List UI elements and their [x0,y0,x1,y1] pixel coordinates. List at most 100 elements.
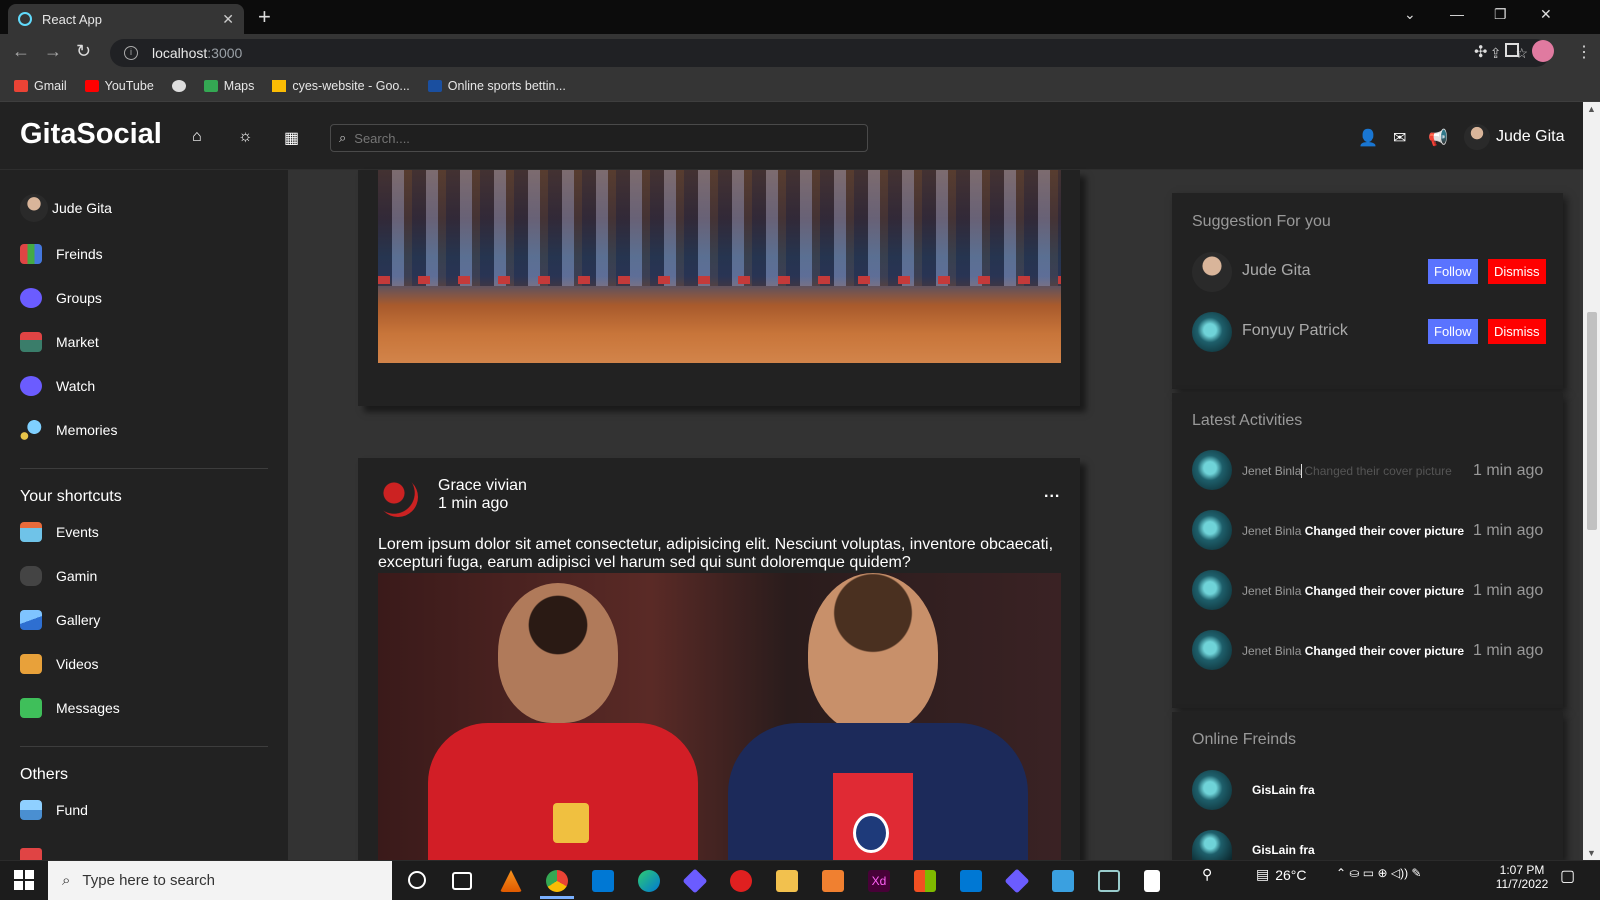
bookmark-sports[interactable]: Online sports bettin... [427,79,566,93]
kebab-menu-icon[interactable]: ⋮ [1576,42,1592,62]
online-friend-name[interactable]: GisLain fra [1252,783,1315,797]
reload-icon[interactable]: ↻ [76,41,91,62]
sidebar-item-groups[interactable]: Groups [20,288,102,308]
gmail-icon [14,79,28,92]
powershell-icon[interactable] [1052,870,1074,892]
bookmark-cyes[interactable]: cyes-website - Goo... [272,79,410,93]
taskbar-search[interactable]: ⌕ Type here to search [48,861,392,900]
bookmark-gmail[interactable]: Gmail [14,79,67,93]
drive-icon [272,79,287,92]
sidebar-user-name: Jude Gita [52,200,112,216]
share-icon[interactable]: ⇪ [1490,45,1502,62]
bookmark-youtube[interactable]: YouTube [84,79,154,93]
theme-toggle-icon[interactable]: ☼ [238,128,253,146]
browser-tab[interactable]: React App ✕ [8,4,244,34]
virtualbox-icon[interactable] [1098,870,1120,892]
scroll-up-icon[interactable]: ▲ [1587,104,1596,114]
close-window-button[interactable]: ✕ [1540,6,1552,23]
suggestion-name[interactable]: Fonyuy Patrick [1242,322,1348,340]
sidebar-user[interactable]: Jude Gita [20,194,112,222]
memories-icon [20,420,42,440]
avatar [1464,124,1490,150]
back-icon[interactable]: ← [12,41,30,62]
people-icon[interactable]: ⚲ [1202,866,1212,883]
activity-text: Jenet Binla Changed their cover picture [1242,584,1465,598]
profile-icon[interactable] [1532,40,1554,62]
navbar-user[interactable]: Jude Gita [1464,124,1564,150]
sidebar-item-videos[interactable]: Videos [20,654,99,674]
file-explorer-icon[interactable] [776,870,798,892]
info-icon[interactable]: i [124,46,138,60]
extensions-icon[interactable]: ✣ [1474,42,1487,62]
close-icon[interactable]: ✕ [222,11,234,28]
sidebar-item-fund[interactable]: Fund [20,800,88,820]
mail-app-icon[interactable] [592,870,614,892]
notepad-icon[interactable] [1144,870,1160,892]
xampp-icon[interactable] [822,870,844,892]
sidebar-item-events[interactable]: Events [20,522,99,542]
clock[interactable]: 1:07 PM 11/7/2022 [1492,863,1552,891]
chrome-icon[interactable] [546,870,568,892]
more-options-icon[interactable]: ... [1044,484,1060,502]
gallery-icon [20,610,42,630]
online-friends-title: Online Freinds [1192,731,1297,748]
sidebar-item-memories[interactable]: Memories [20,420,117,440]
fund-icon [20,800,42,820]
forward-icon[interactable]: → [44,41,62,62]
dismiss-button[interactable]: Dismiss [1488,319,1546,344]
sidebar-item-gamin[interactable]: Gamin [20,566,97,586]
avatar[interactable] [1192,770,1232,810]
sidebar-item-freinds[interactable]: Freinds [20,244,103,264]
follow-button[interactable]: Follow [1428,319,1478,344]
bookmark-maps[interactable]: Maps [203,79,254,93]
avatar[interactable] [1192,252,1232,292]
scroll-down-icon[interactable]: ▼ [1587,848,1596,858]
windows-start-icon[interactable] [14,870,34,890]
store-icon[interactable] [914,870,936,892]
scrollbar-thumb[interactable] [1587,312,1597,530]
notifications-icon[interactable]: ▢ [1560,866,1575,886]
sidebar-item-gallery[interactable]: Gallery [20,610,100,630]
search-input[interactable] [354,130,835,146]
weather-widget[interactable]: ▤ 26°C [1256,866,1307,883]
minimize-button[interactable]: — [1450,6,1464,22]
search-bar[interactable]: ⌕ [330,124,868,152]
avatar[interactable] [378,477,418,517]
system-tray-icons[interactable]: ⌃ ⛀ ▭ ⊕ ◁)) ✎ [1336,866,1421,880]
huawei-icon[interactable] [730,870,752,892]
edge-icon[interactable] [638,870,660,892]
url-bar[interactable]: i localhost:3000 ⇪ ☆ [110,39,1550,67]
avatar [1192,630,1232,670]
sidebar-item-market[interactable]: Market [20,332,99,352]
home-icon[interactable]: ⌂ [192,128,202,146]
post-image-football[interactable] [378,573,1061,860]
friends-icon [20,244,42,264]
vscode-icon[interactable] [960,870,982,892]
cortana-icon[interactable] [408,871,426,889]
follow-button[interactable]: Follow [1428,259,1478,284]
partial-icon [20,848,42,860]
calendar-icon [20,522,42,542]
tab-title: React App [42,11,102,27]
suggestion-name[interactable]: Jude Gita [1242,262,1310,280]
new-tab-button[interactable]: + [258,4,271,30]
sidepanel-icon[interactable] [1505,43,1519,57]
bookmark-globe[interactable] [171,79,186,92]
online-friend-name[interactable]: GisLain fra [1252,843,1315,857]
notification-icon[interactable]: 📢 [1428,128,1448,148]
apps-grid-icon[interactable]: ▦ [284,128,299,148]
mail-icon[interactable]: ✉ [1393,128,1406,148]
restore-button[interactable]: ❐ [1494,6,1507,23]
dismiss-button[interactable]: Dismiss [1488,259,1546,284]
post-author[interactable]: Grace vivian [438,477,527,495]
adobe-xd-icon[interactable]: Xd [868,870,890,892]
sidebar-item-watch[interactable]: Watch [20,376,95,396]
post-image-dance[interactable] [378,170,1061,363]
task-view-icon[interactable] [452,872,472,890]
sidebar-item-messages[interactable]: Messages [20,698,120,718]
person-icon[interactable]: 👤 [1358,128,1378,148]
temperature: 26°C [1275,866,1307,883]
app-logo[interactable]: GitaSocial [20,118,162,151]
chevron-down-icon[interactable]: ⌄ [1404,6,1416,23]
avatar[interactable] [1192,312,1232,352]
